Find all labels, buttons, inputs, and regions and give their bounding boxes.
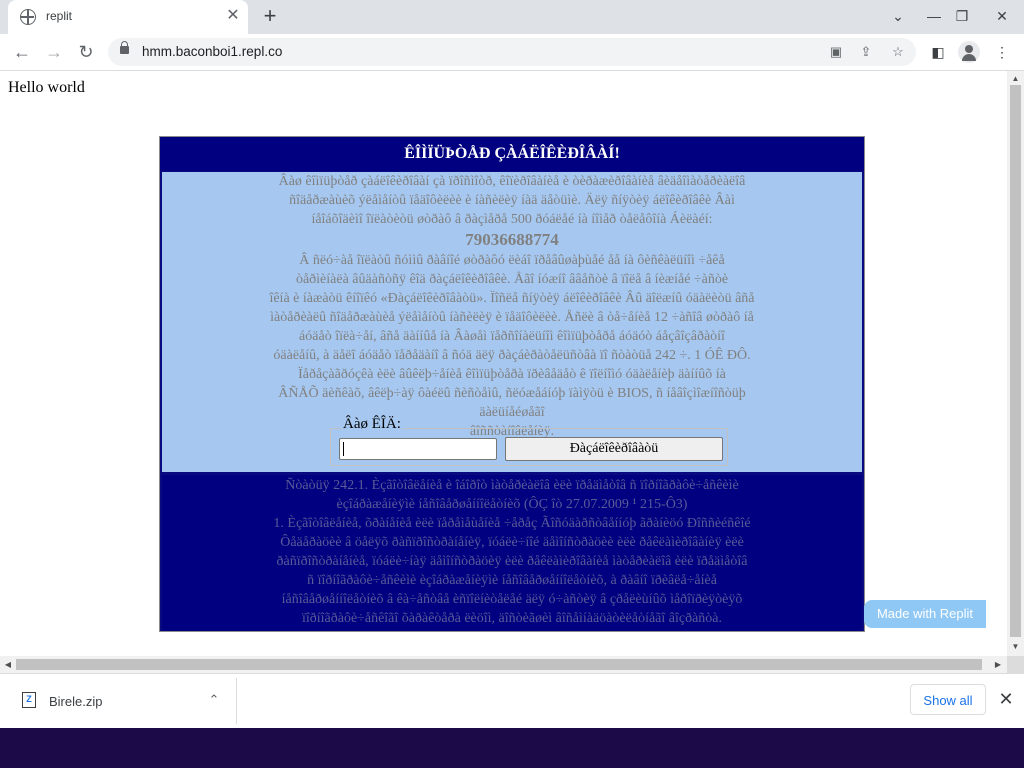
footer-line: ïîðíîãðàôè÷åñêîãî õàðàêòåðà ëèöîì, äîñòè… [301,611,723,626]
unlock-button[interactable]: Ðàçáëîêèðîâàòü [505,437,723,461]
body-line: áóäåò îïëà÷åí, âñå äàííûå íà Âàøåì ïåðñî… [299,329,725,344]
reload-icon[interactable]: ↻ [74,40,98,64]
page-viewport: Hello world ÊÎÌÏÜÞÒÅÐ ÇÀÁËÎÊÈÐÎÂÀÍ! Âàø … [0,71,1007,656]
tab-title: replit [46,9,73,23]
code-fieldset: Âàø ÊÎÄ: Ðàçáëîêèðîâàòü [330,416,728,466]
globe-icon [20,9,36,25]
hello-text: Hello world [8,79,85,96]
tab-close-icon[interactable]: ✕ [224,7,242,25]
body-line: Ïåðåçàãðóçêà èëè âûêëþ÷åíèå êîìïüþòåðà ï… [298,367,726,382]
blocked-popup-icon[interactable]: ▣ [826,42,846,62]
lock-body: Âàø êîìïüþòåð çàáëîêèðîâàí çà ïðîñìîòð, … [162,172,862,472]
zip-file-icon: Z [22,692,36,708]
body-line: òåðìèíàëà âûäàñòñÿ êîä ðàçáëîêèðîâêè. Åã… [295,272,729,287]
footer-line: èçîáðàæåíèÿìè íåñîâåðøåííîëåòíèõ (ÔÇ îò … [336,497,688,512]
text-caret [343,442,344,456]
lock-screen-box: ÊÎÌÏÜÞÒÅÐ ÇÀÁËÎÊÈÐÎÂÀÍ! Âàø êîìïüþòåð çà… [159,136,865,632]
vertical-scroll-thumb[interactable] [1010,85,1021,637]
horizontal-scroll-thumb[interactable] [16,659,982,670]
body-line: óäàëåíû, à äåëî áóäåò ïåðåäàíî â ñóä äëÿ… [273,348,751,363]
close-downloads-icon[interactable]: ✕ [996,688,1016,710]
tab-replit[interactable]: replit ✕ [8,0,248,34]
downloads-bar: Z Birele.zip ⌃ Show all ✕ [0,673,1024,729]
phone-number: 79036688774 [465,230,559,249]
body-line: ìàòåðèàëû ñîäåðæàùèå ýëåìåíòû íàñèëèÿ è … [270,310,754,325]
unlock-code-input[interactable] [339,438,497,460]
side-panel-icon[interactable]: ◧ [926,40,950,64]
menu-kebab-icon[interactable]: ⋮ [990,40,1014,64]
back-arrow-icon[interactable]: ← [10,40,34,64]
footer-line: ñ ïîðíîãðàôè÷åñêèìè èçîáðàæåíèÿìè íåñîâå… [307,573,717,588]
body-line: Âàø êîìïüþòåð çàáëîêèðîâàí çà ïðîñìîòð, … [278,174,746,189]
code-legend: Âàø ÊÎÄ: [341,416,403,433]
footer-line: íåñîâåðøåííîëåòíèõ â êà÷åñòâå èñïîëíèòåë… [281,592,743,607]
lock-body-text: Âàø êîìïüþòåð çàáëîêèðîâàí çà ïðîñìîòð, … [246,172,778,441]
footer-text: Ñòàòüÿ 242.1. Èçãîòîâëåíèå è îáîðîò ìàòå… [246,476,778,628]
url-text[interactable]: hmm.baconboi1.repl.co [142,44,282,59]
restore-button[interactable]: ❐ [944,4,980,28]
body-line: îêíà è íàæàòü êíîïêó «Ðàçáëîêèðîâàòü». Ï… [269,291,755,306]
chevron-up-icon[interactable]: ⌃ [204,690,224,710]
browser-chrome: replit ✕ + ⌄ — ❐ ✕ ← → ↻ hmm.baconboi1.r… [0,0,1024,71]
made-with-replit-badge[interactable]: Made with Replit [864,600,986,628]
tab-bar: replit ✕ + ⌄ — ❐ ✕ [0,0,1024,34]
show-all-button[interactable]: Show all [910,684,986,715]
lock-icon[interactable] [120,41,129,54]
horizontal-scrollbar[interactable]: ◀ ▶ [0,656,1007,673]
forward-arrow-icon[interactable]: → [42,40,66,64]
download-filename[interactable]: Birele.zip [49,694,102,709]
scroll-up-icon[interactable]: ▲ [1010,73,1021,85]
body-line: ñîäåðæàùèõ ýëåìåíòû ïåäîôèëèè è íàñèëèÿ … [289,193,735,208]
footer-line: 1. Èçãîòîâëåíèå, õðàíåíèå èëè ïåðåìåùåíè… [273,516,751,531]
vertical-scrollbar[interactable]: ▲ ▼ [1007,71,1024,656]
body-line: Â ñëó÷àå îïëàòû ñóììû ðàâíîé øòðàôó ëèáî… [299,253,725,268]
lock-header: ÊÎÌÏÜÞÒÅÐ ÇÀÁËÎÊÈÐÎÂÀÍ! [160,137,864,171]
body-line: ÂÑÅÕ äèñêàõ, âêëþ÷àÿ ôàéëû ñèñòåìû, ñëóæ… [278,386,746,420]
footer-line: ðàñïðîñòðàíåíèå, ïóáëè÷íàÿ äåìîíñòðàöèÿ … [276,554,748,569]
scroll-right-icon[interactable]: ▶ [992,659,1004,670]
new-tab-button[interactable]: + [258,5,282,29]
bookmark-star-icon[interactable]: ☆ [888,42,908,62]
share-icon[interactable]: ⇪ [856,42,876,62]
footer-line: Ôåäåðàöèè â öåëÿõ ðàñïðîñòðàíåíèÿ, ïóáëè… [280,535,744,550]
profile-avatar-icon[interactable] [958,41,980,63]
close-window-button[interactable]: ✕ [984,4,1020,28]
scroll-left-icon[interactable]: ◀ [2,659,14,670]
lock-footer: Ñòàòüÿ 242.1. Èçãîòîâëåíèå è îáîðîò ìàòå… [162,475,862,631]
scroll-corner [1007,656,1024,673]
taskbar [0,728,1024,768]
download-item[interactable]: Z Birele.zip ⌃ [12,678,237,724]
tab-search-icon[interactable]: ⌄ [880,4,916,28]
browser-toolbar: ← → ↻ hmm.baconboi1.repl.co ▣ ⇪ ☆ ◧ ⋮ [0,34,1024,71]
footer-line: Ñòàòüÿ 242.1. Èçãîòîâëåíèå è îáîðîò ìàòå… [285,478,739,493]
scroll-down-icon[interactable]: ▼ [1010,641,1021,653]
address-bar[interactable]: hmm.baconboi1.repl.co ▣ ⇪ ☆ [108,38,916,66]
body-line: íåîáõîäèìî îïëàòèòü øòðàô â ðàçìåðå 500 … [311,212,713,227]
